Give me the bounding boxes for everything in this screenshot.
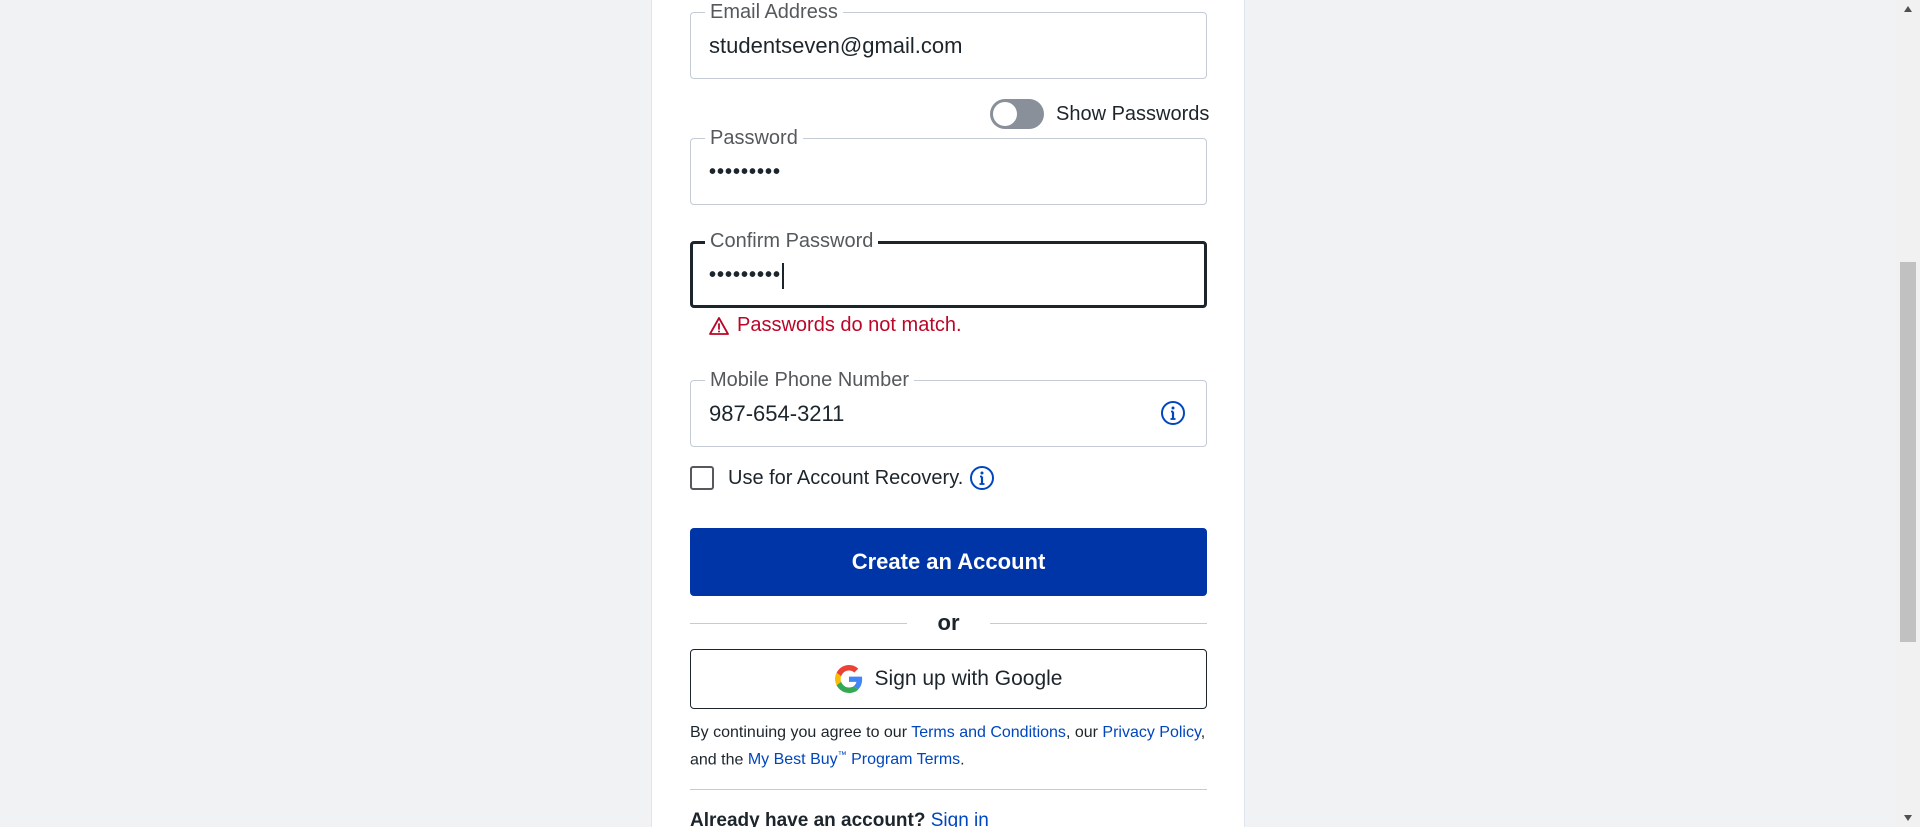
email-label: Email Address [705,0,843,24]
program-link-a: My Best Buy [747,751,838,769]
terms-link[interactable]: Terms and Conditions [911,724,1066,741]
create-account-button[interactable]: Create an Account [690,528,1207,596]
legal-suffix: . [960,751,965,769]
account-recovery-row: Use for Account Recovery. [690,465,995,491]
password-mismatch-error: Passwords do not match. [709,314,962,337]
mobile-phone-label: Mobile Phone Number [705,368,914,392]
account-recovery-label: Use for Account Recovery. [728,466,964,489]
divider-line-right [990,623,1207,624]
password-field[interactable]: Password ••••••••• [690,126,1207,205]
confirm-password-text: ••••••••• [709,264,782,286]
password-value: ••••••••• [709,161,782,183]
page: Email Address studentseven@gmail.com Sho… [0,0,1920,827]
recovery-info-icon[interactable] [969,465,995,491]
confirm-password-field[interactable]: Confirm Password ••••••••• [690,229,1207,308]
signin-question: Already have an account? [690,810,926,827]
password-label: Password [705,126,803,150]
error-message: Passwords do not match. [737,314,962,336]
program-link-b: Program Terms [846,751,961,769]
signin-link[interactable]: Sign in [931,810,989,827]
warning-triangle-icon [709,316,729,335]
account-recovery-checkbox[interactable] [690,466,714,490]
mobile-phone-value: 987-654-3211 [709,401,845,426]
show-passwords-label: Show Passwords [1056,102,1210,125]
trademark-mark: ™ [837,750,847,760]
text-caret [782,262,785,289]
email-field[interactable]: Email Address studentseven@gmail.com [690,0,1207,79]
google-g-icon [834,665,862,693]
google-signup-button[interactable]: Sign up with Google [690,649,1207,709]
legal-mid1: , our [1065,724,1103,741]
signin-row: Already have an account? Sign in [690,810,989,827]
phone-info-icon[interactable] [1160,400,1186,426]
show-passwords-row: Show Passwords [990,98,1209,130]
privacy-policy-link[interactable]: Privacy Policy [1102,724,1200,741]
scroll-down-arrow-icon[interactable] [1896,809,1920,827]
or-divider: or [690,608,1207,638]
section-divider [690,789,1207,790]
scrollbar-thumb[interactable] [1900,262,1916,642]
legal-prefix: By continuing you agree to our [690,724,912,741]
google-signup-label: Sign up with Google [874,667,1063,690]
toggle-knob [993,102,1017,126]
confirm-password-value: ••••••••• [709,262,785,289]
mobile-phone-field[interactable]: Mobile Phone Number 987-654-3211 [690,368,1207,447]
legal-text: By continuing you agree to our Terms and… [690,721,1210,771]
scroll-up-arrow-icon[interactable] [1896,0,1920,18]
confirm-password-label: Confirm Password [705,229,879,253]
email-value: studentseven@gmail.com [709,33,963,58]
program-terms-link[interactable]: My Best Buy™ Program Terms [747,750,961,769]
page-scrollbar[interactable] [1896,0,1920,827]
show-passwords-toggle[interactable] [990,99,1044,129]
